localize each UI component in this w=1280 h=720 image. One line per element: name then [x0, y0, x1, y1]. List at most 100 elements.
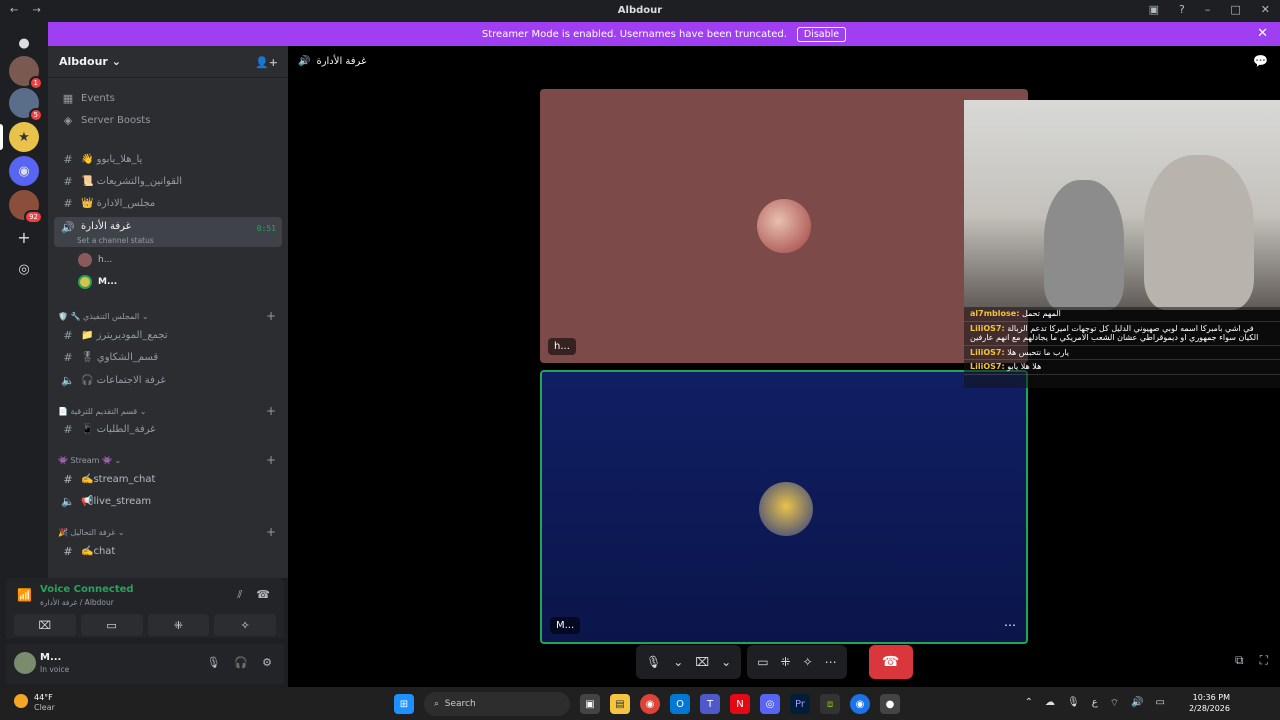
- participant-tile-speaking[interactable]: M... ⋯: [540, 370, 1028, 644]
- discover-icon[interactable]: ◎: [9, 254, 39, 284]
- battery-icon[interactable]: ▭: [1156, 697, 1165, 710]
- settings-gear-icon[interactable]: ⚙: [262, 656, 272, 669]
- teams-icon[interactable]: T: [700, 694, 720, 714]
- voice-connected-subtitle[interactable]: غرفة الأدارة / Albdour: [40, 598, 114, 607]
- clock-date: 2/28/2026: [1188, 703, 1230, 713]
- server-boosts-item[interactable]: ◈ Server Boosts: [54, 109, 282, 131]
- microphone-icon[interactable]: 🎙: [646, 655, 661, 669]
- taskbar-clock[interactable]: 10:36 PM 2/28/2026: [1189, 693, 1230, 715]
- channel-item[interactable]: # ✍️chat: [54, 540, 282, 562]
- invite-user-icon[interactable]: 👤+: [255, 56, 278, 69]
- nvidia-icon[interactable]: ⧈: [820, 694, 840, 714]
- chevron-down-icon[interactable]: ⌄: [673, 655, 683, 669]
- weather-widget[interactable]: 44°F Clear: [14, 693, 55, 714]
- voice-member[interactable]: M...: [78, 272, 117, 292]
- channel-item[interactable]: 🔈 🎧 غرفة الاجتماعات: [54, 369, 282, 391]
- av-controls: 🎙 ⌄ ⌧ ⌄: [636, 645, 742, 679]
- maximize-icon[interactable]: □: [1230, 3, 1240, 16]
- server-icon[interactable]: ◉: [9, 156, 39, 186]
- volume-icon[interactable]: 🔊: [1131, 697, 1143, 710]
- language-icon[interactable]: ع: [1092, 697, 1098, 710]
- fullscreen-icon[interactable]: ⛶: [1260, 653, 1268, 668]
- activities-icon[interactable]: ⁜: [781, 655, 791, 669]
- screen-share-button[interactable]: ▭: [80, 614, 143, 636]
- headphones-icon[interactable]: 🎧: [234, 656, 248, 669]
- title-bar: ← → Albdour ▣ ? – □ ✕: [0, 0, 1280, 21]
- participant-avatar: [759, 482, 813, 536]
- outlook-icon[interactable]: O: [670, 694, 690, 714]
- avatar[interactable]: [14, 652, 36, 674]
- help-icon[interactable]: ?: [1179, 3, 1185, 16]
- camera-off-icon[interactable]: ⌧: [695, 655, 709, 669]
- cloud-icon[interactable]: ☁: [1045, 697, 1055, 710]
- microphone-icon[interactable]: 🎙: [1067, 697, 1080, 710]
- add-channel-icon[interactable]: +: [266, 453, 276, 467]
- category-header[interactable]: 🛡️ 🔧 المجلس التنفيذي ⌄ +: [58, 309, 282, 323]
- server-header[interactable]: Albdour ⌄ 👤+: [48, 46, 288, 78]
- set-channel-status[interactable]: Set a channel status: [77, 236, 154, 245]
- close-window-icon[interactable]: ✕: [1261, 3, 1270, 16]
- server-icon[interactable]: 92: [9, 190, 43, 224]
- wifi-icon[interactable]: ⌔: [1110, 697, 1119, 710]
- chevron-up-icon[interactable]: ⌃: [1025, 697, 1033, 710]
- category-header[interactable]: 👾 Stream 👾 ⌄ +: [58, 453, 282, 467]
- activities-button[interactable]: ⁜: [147, 614, 210, 636]
- discord-home-icon[interactable]: ●: [9, 28, 39, 58]
- server-icon[interactable]: 1: [9, 56, 43, 90]
- premiere-icon[interactable]: Pr: [790, 694, 810, 714]
- signal-icon[interactable]: 📶: [17, 588, 32, 602]
- netflix-icon[interactable]: N: [730, 694, 750, 714]
- chrome-profile-icon[interactable]: ◉: [850, 694, 870, 714]
- add-server-icon[interactable]: +: [9, 222, 39, 252]
- channel-item[interactable]: # 📱 غرفة_الطلبات: [54, 418, 282, 440]
- channel-item[interactable]: # ✍️stream_chat: [54, 468, 282, 490]
- add-channel-icon[interactable]: +: [266, 309, 276, 323]
- chat-bubble-icon[interactable]: 💬: [1253, 54, 1268, 68]
- close-banner-icon[interactable]: ✕: [1257, 26, 1268, 41]
- participant-tile[interactable]: h...: [540, 89, 1028, 363]
- popout-icon[interactable]: ⧉: [1235, 653, 1244, 668]
- voice-action-buttons: ⌧ ▭ ⁜ ✧: [6, 614, 284, 638]
- disconnect-icon[interactable]: ☎: [256, 588, 270, 602]
- windows-start-icon[interactable]: ⊞: [394, 694, 414, 714]
- chrome-icon[interactable]: ◉: [640, 694, 660, 714]
- chevron-down-icon[interactable]: ⌄: [721, 655, 731, 669]
- noise-suppression-icon[interactable]: ⫽: [237, 588, 242, 602]
- soundboard-icon[interactable]: ✧: [803, 655, 813, 669]
- microphone-icon[interactable]: 🎙: [206, 656, 220, 669]
- voice-member[interactable]: h...: [78, 250, 112, 270]
- call-controls: 🎙 ⌄ ⌧ ⌄ ▭ ⁜ ✧ ⋯ ☎: [636, 645, 920, 679]
- task-view-icon[interactable]: ▣: [580, 694, 600, 714]
- selected-server-pill: [0, 124, 3, 150]
- screen-share-icon[interactable]: ▭: [757, 655, 768, 669]
- server-icon-albdour[interactable]: ★: [9, 122, 39, 152]
- file-explorer-icon[interactable]: ▤: [610, 694, 630, 714]
- hang-up-button[interactable]: ☎: [868, 645, 913, 679]
- server-icon[interactable]: 5: [9, 88, 43, 122]
- more-options-icon[interactable]: ⋯: [1004, 618, 1016, 632]
- events-item[interactable]: ▦ Events: [54, 87, 282, 109]
- camera-off-button[interactable]: ⌧: [14, 614, 76, 636]
- speaker-icon: 🔊: [298, 55, 311, 67]
- category-header[interactable]: 🎉 غرفة التحاليل ⌄ +: [58, 525, 282, 539]
- category-header[interactable]: 📄 قسم التقديم للترقية ⌄ +: [58, 404, 282, 418]
- channel-item[interactable]: # 👑 مجلس_الادارة: [54, 192, 282, 214]
- minimize-icon[interactable]: –: [1205, 3, 1211, 16]
- add-channel-icon[interactable]: +: [266, 525, 276, 539]
- channel-item[interactable]: 🔈 📢live_stream: [54, 490, 282, 512]
- inbox-icon[interactable]: ▣: [1149, 3, 1159, 16]
- channel-item[interactable]: # 🎖 قسم_الشكاوي: [54, 346, 282, 368]
- discord-icon[interactable]: ◎: [760, 694, 780, 714]
- active-voice-channel[interactable]: 🔊 غرفة الأدارة 0:51 Set a channel status: [54, 217, 282, 247]
- soundboard-button[interactable]: ✧: [214, 614, 276, 636]
- more-icon[interactable]: ⋯: [825, 655, 837, 669]
- add-channel-icon[interactable]: +: [266, 404, 276, 418]
- stream-overlay: al7mblose: المهم تحمل LiliOS7: في اشي با…: [964, 100, 1280, 388]
- chat-username: LiliOS7:: [970, 362, 1005, 372]
- taskbar-search[interactable]: ⌕ Search: [424, 692, 570, 716]
- channel-item[interactable]: # 👋 يا_هلا_يابوو: [54, 148, 282, 170]
- channel-item[interactable]: # 📁 تجمع_الموديريترز: [54, 324, 282, 346]
- app-icon[interactable]: ●: [880, 694, 900, 714]
- disable-button[interactable]: Disable: [796, 26, 847, 42]
- channel-item[interactable]: # 📜 القوانين_والتشريعات: [54, 170, 282, 192]
